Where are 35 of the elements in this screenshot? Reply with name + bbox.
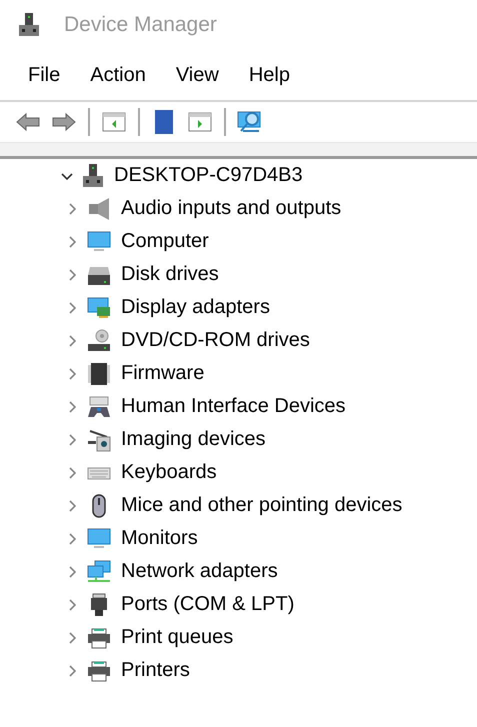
tree-item-label[interactable]: Mice and other pointing devices [119,494,404,517]
tree-item-label[interactable]: Ports (COM & LPT) [119,593,296,616]
chip-icon [87,362,111,386]
network-icon [87,560,111,584]
tree-item-label[interactable]: Disk drives [119,263,221,286]
menu-item[interactable]: Help [240,60,298,90]
menu-item[interactable]: Action [82,60,154,90]
tree-item-label[interactable]: Firmware [119,362,206,385]
computer-tower-icon [82,164,104,188]
tree-item-label[interactable]: Imaging devices [119,428,268,451]
tree-item-label[interactable]: Computer [119,230,211,253]
tree-item-label[interactable]: Human Interface Devices [119,395,348,418]
menu-item[interactable]: View [168,60,227,90]
menu-item[interactable]: File [20,60,68,90]
window-title: Device Manager [64,13,217,37]
monitor-icon [87,526,111,550]
monitor-magnifier-icon [237,109,263,135]
printer-icon [87,658,111,682]
tree-item-label[interactable]: Keyboards [119,461,219,484]
app-icon [18,13,40,37]
tree-item-label[interactable]: Audio inputs and outputs [119,197,344,220]
tree-item-label[interactable]: Network adapters [119,560,280,583]
display-card-icon [87,296,111,320]
speaker-icon [87,196,111,220]
monitor-icon [87,230,111,254]
tree-item-label[interactable]: Print queues [119,626,236,649]
camera-icon [87,428,111,452]
printer-icon [87,626,111,650]
tree-item-label[interactable]: Monitors [119,527,200,550]
tree-item-label[interactable]: Printers [119,659,192,682]
keyboard-gamepad-icon [87,394,111,418]
optical-drive-icon [87,328,111,352]
tree-item-label[interactable]: Display adapters [119,296,272,319]
tree-item-label[interactable]: DVD/CD-ROM drives [119,329,312,352]
tree-item-label[interactable]: DESKTOP-C97D4B3 [112,164,305,187]
